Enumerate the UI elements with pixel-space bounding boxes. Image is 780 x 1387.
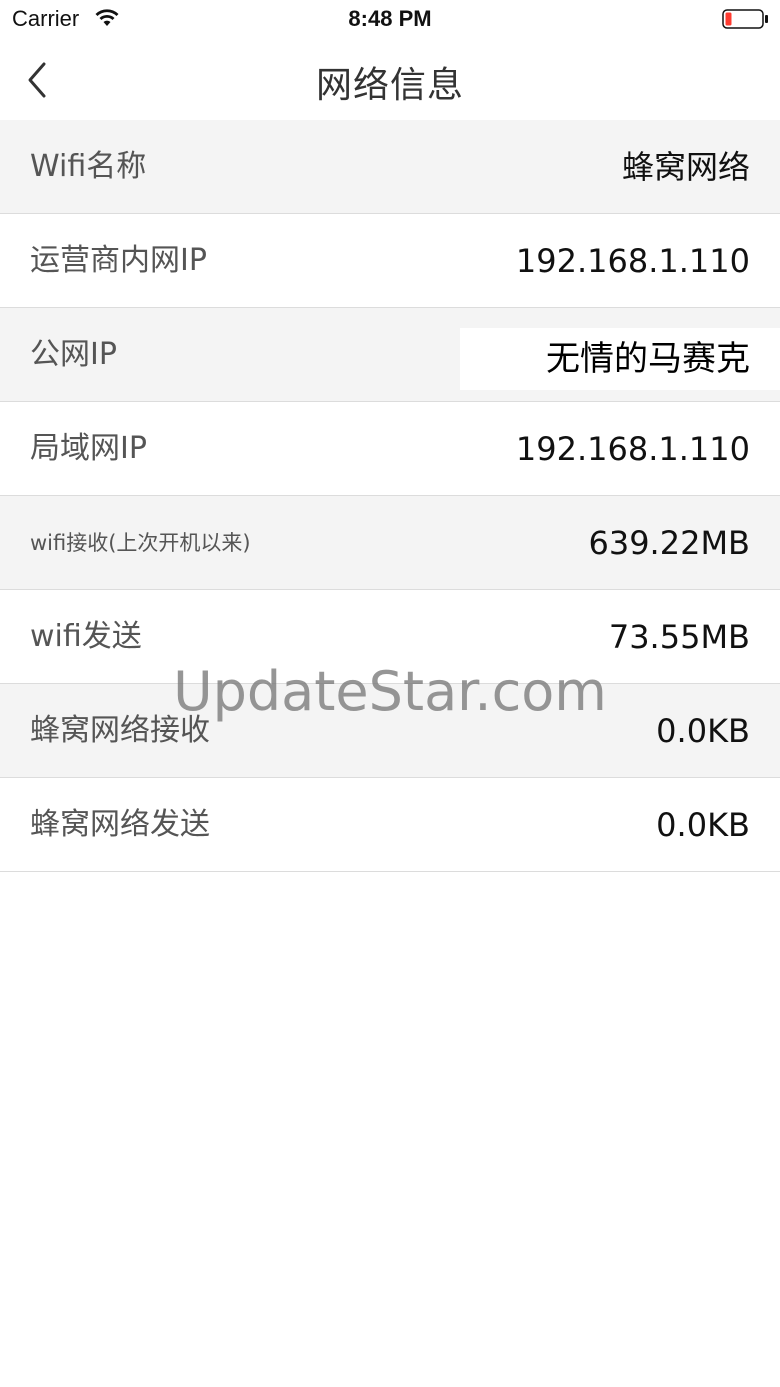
network-info-list: Wifi名称 蜂窝网络 运营商内网IP 192.168.1.110 公网IP 无… bbox=[0, 120, 780, 872]
row-value: 192.168.1.110 bbox=[515, 242, 750, 280]
row-wifi-sent: wifi发送 73.55MB bbox=[0, 590, 780, 684]
clock: 8:48 PM bbox=[348, 6, 432, 31]
page-title: 网络信息 bbox=[315, 65, 464, 106]
row-value: 192.168.1.110 bbox=[515, 430, 750, 468]
row-label: 运营商内网IP bbox=[30, 243, 207, 278]
status-bar: Carrier 8:48 PM bbox=[0, 0, 780, 40]
row-value: 0.0KB bbox=[656, 806, 750, 844]
row-label: 公网IP bbox=[30, 337, 117, 372]
row-label: Wifi名称 bbox=[30, 149, 147, 184]
row-value: 蜂窝网络 bbox=[621, 148, 750, 186]
row-wifi-received: wifi接收(上次开机以来) 639.22MB bbox=[0, 496, 780, 590]
row-label: wifi接收(上次开机以来) bbox=[30, 531, 251, 555]
row-value: 73.55MB bbox=[608, 618, 750, 656]
row-carrier-intranet-ip: 运营商内网IP 192.168.1.110 bbox=[0, 214, 780, 308]
nav-bar: 网络信息 bbox=[0, 40, 780, 120]
row-wifi-name: Wifi名称 蜂窝网络 bbox=[0, 120, 780, 214]
row-public-ip: 公网IP 无情的马赛克 bbox=[0, 308, 780, 402]
row-cellular-sent: 蜂窝网络发送 0.0KB bbox=[0, 778, 780, 872]
row-label: 局域网IP bbox=[30, 431, 147, 466]
row-label: wifi发送 bbox=[30, 619, 142, 654]
row-label: 蜂窝网络接收 bbox=[30, 713, 210, 748]
row-value: 639.22MB bbox=[588, 524, 750, 562]
battery-low-icon bbox=[722, 9, 768, 29]
row-value: 无情的马赛克 bbox=[546, 339, 750, 379]
row-lan-ip: 局域网IP 192.168.1.110 bbox=[0, 402, 780, 496]
row-value: 0.0KB bbox=[656, 712, 750, 750]
row-cellular-received: 蜂窝网络接收 0.0KB bbox=[0, 684, 780, 778]
row-label: 蜂窝网络发送 bbox=[30, 807, 210, 842]
